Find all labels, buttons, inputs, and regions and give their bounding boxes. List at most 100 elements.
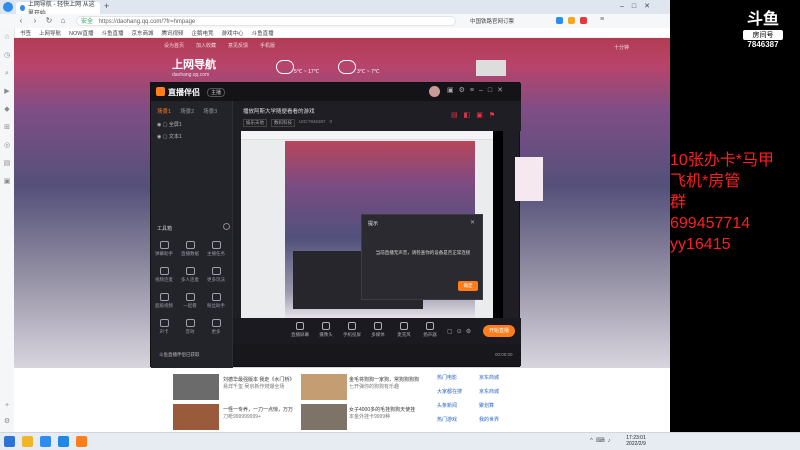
tool-camera[interactable]: 摄像头 xyxy=(313,322,339,338)
home-icon[interactable]: ⌂ xyxy=(58,16,68,26)
news-thumbnail[interactable] xyxy=(301,374,347,400)
tool-item[interactable]: 主播任务 xyxy=(205,241,227,257)
tool-item[interactable]: 更多玩法 xyxy=(205,267,227,283)
quick-link[interactable]: 我的世界 xyxy=(479,416,499,423)
room-tag[interactable]: 数码科技 xyxy=(271,119,295,127)
toplink[interactable]: 手机版 xyxy=(260,42,275,49)
quick-link[interactable]: 热门游戏 xyxy=(437,416,457,423)
eye-icon[interactable]: ◉ ▢ xyxy=(157,134,169,140)
bookmark-item[interactable]: 腾讯视频 xyxy=(162,29,184,37)
quick-link[interactable]: 聚划算 xyxy=(479,402,494,409)
extension-icon[interactable] xyxy=(580,17,587,24)
search-icon[interactable]: ⌕ xyxy=(3,70,11,78)
avatar[interactable] xyxy=(429,86,440,97)
quick-link[interactable]: 热门电影 xyxy=(437,374,457,381)
tool-mic[interactable]: 麦克风 xyxy=(391,322,417,338)
bookmark-item[interactable]: 斗鱼直播 xyxy=(101,29,123,37)
tool-item[interactable]: 声卡 xyxy=(153,319,175,335)
eye-icon[interactable]: ◉ ▢ xyxy=(157,122,169,128)
confirm-button[interactable]: 确定 xyxy=(458,281,478,291)
game-icon[interactable]: ◆ xyxy=(3,106,11,114)
forward-icon[interactable]: › xyxy=(30,16,40,26)
tool-phone[interactable]: 手机投屏 xyxy=(339,322,365,338)
tab-scene[interactable]: 场景2 xyxy=(180,107,194,115)
start-live-button[interactable]: 开始直播 xyxy=(483,325,515,337)
add-icon[interactable]: + xyxy=(3,402,11,410)
bookmark-item[interactable]: 斗鱼直播 xyxy=(252,29,274,37)
tool-screen[interactable]: 直播屏幕 xyxy=(287,322,313,338)
window-controls[interactable]: –□✕ xyxy=(620,2,658,10)
video-icon[interactable]: ▶ xyxy=(3,88,11,96)
extension-icon[interactable] xyxy=(568,17,575,24)
news-thumbnail[interactable] xyxy=(173,404,219,430)
tab-scene[interactable]: 场景3 xyxy=(203,107,217,115)
window-controls[interactable]: ▣⚙≡–□✕ xyxy=(447,86,508,94)
news-item[interactable]: 女子4000多的毛挂狗狗天使挂 本金外挂卡9999种 xyxy=(349,406,427,420)
history-icon[interactable]: ◷ xyxy=(3,52,11,60)
news-thumbnail[interactable] xyxy=(173,374,219,400)
note-icon[interactable]: ▤ xyxy=(3,160,11,168)
bookmark-item[interactable]: 书签 xyxy=(20,29,31,37)
tray-icons[interactable]: ^⌨♪ xyxy=(590,437,613,444)
news-item[interactable]: 刘德华最强版本 我走《水门桥》 易烊千玺 吴京新作燃爆全场 xyxy=(223,376,297,390)
bookmark-item[interactable]: 京东商城 xyxy=(132,29,154,37)
more-icon[interactable] xyxy=(223,223,230,230)
login-link[interactable]: 十分钟 xyxy=(614,44,629,51)
quick-link[interactable]: 京东商城 xyxy=(479,374,499,381)
toplink[interactable]: 加入收藏 xyxy=(196,42,216,49)
close-icon[interactable]: ✕ xyxy=(470,219,475,226)
browser-tab[interactable]: 上网导航 - 轻快上网 从这里开始 xyxy=(16,2,100,17)
app-icon[interactable] xyxy=(58,436,69,447)
cart-icon[interactable]: ⊞ xyxy=(3,124,11,132)
star-icon[interactable]: ☆ xyxy=(3,34,11,42)
news-sub: 易烊千玺 吴京新作燃爆全场 xyxy=(223,384,285,390)
back-icon[interactable]: ‹ xyxy=(16,16,26,26)
settings-icon[interactable]: ⚙ xyxy=(3,418,11,426)
tool-item[interactable]: 弹幕助手 xyxy=(153,241,175,257)
tool-item[interactable]: 视频连麦 xyxy=(153,267,175,283)
quick-link[interactable]: 京东商城 xyxy=(479,388,499,395)
chat-icon[interactable]: ◎ xyxy=(3,142,11,150)
explorer-icon[interactable] xyxy=(22,436,33,447)
search-hint[interactable]: 中国铁路官网订票 xyxy=(470,17,514,25)
tool-item[interactable]: 粉丝助手 xyxy=(205,293,227,309)
tool-item[interactable]: 直播数据 xyxy=(179,241,201,257)
clock[interactable]: 17:23:01 2022/2/9 xyxy=(622,435,650,447)
doc-icon[interactable]: ▣ xyxy=(3,178,11,186)
quick-link[interactable]: 头条新闻 xyxy=(437,402,457,409)
start-icon[interactable] xyxy=(4,436,15,447)
room-title[interactable]: 播放阿斯大学随便看看的游戏 xyxy=(243,107,315,115)
extension-icon[interactable] xyxy=(556,17,563,24)
tool-media[interactable]: 多媒体 xyxy=(365,322,391,338)
bookmark-item[interactable]: NOW直播 xyxy=(69,29,93,37)
bookmark-item[interactable]: 上网导航 xyxy=(39,29,61,37)
room-tag[interactable]: 娱乐天地 xyxy=(243,119,267,127)
tool-item[interactable]: 超级视频 xyxy=(153,293,175,309)
streaming-app-icon[interactable] xyxy=(76,436,87,447)
news-item[interactable]: 一怪一专养，一刀一点惊，万万 刀枪999999999+ xyxy=(223,406,297,420)
browser-icon[interactable] xyxy=(40,436,51,447)
new-tab-button[interactable]: + xyxy=(104,1,109,11)
toplink[interactable]: 意见反馈 xyxy=(228,42,248,49)
user-badge[interactable]: 主播 xyxy=(207,88,226,97)
site-logo[interactable]: 上网导航 daohang.qq.com xyxy=(172,56,232,80)
tool-item[interactable]: 更多 xyxy=(205,319,227,335)
news-item[interactable]: 金毛将狗狗一家狗，常狗狗狗狗 七开弹你的狗狗有乐趣 xyxy=(349,376,427,390)
quick-link[interactable]: 大家都在搜 xyxy=(437,388,462,395)
tool-item[interactable]: 音效 xyxy=(179,319,201,335)
tab-scene[interactable]: 场景1 xyxy=(157,107,171,115)
toplink[interactable]: 设为首页 xyxy=(164,42,184,49)
menu-icon[interactable]: ≡ xyxy=(600,16,604,23)
tool-item[interactable]: 一起看 xyxy=(179,293,201,309)
stream-action-icons[interactable]: ▤◧▣⚑ xyxy=(451,111,501,119)
bookmark-item[interactable]: 企鹅电竞 xyxy=(192,29,214,37)
bookmark-item[interactable]: 游戏中心 xyxy=(222,29,244,37)
tool-speaker[interactable]: 扬声器 xyxy=(417,322,443,338)
source-item[interactable]: ◉ ▢ 全屏1 xyxy=(157,121,182,128)
tool-item[interactable]: 多人连麦 xyxy=(179,267,201,283)
source-item[interactable]: ◉ ▢ 文本1 xyxy=(157,133,182,140)
url-input[interactable]: 安全 https://daohang.qq.com/?fr=hmpage xyxy=(76,16,456,26)
settings-icons[interactable]: ▢⊙⚙ xyxy=(447,328,475,335)
news-thumbnail[interactable] xyxy=(301,404,347,430)
refresh-icon[interactable]: ↻ xyxy=(44,16,54,26)
